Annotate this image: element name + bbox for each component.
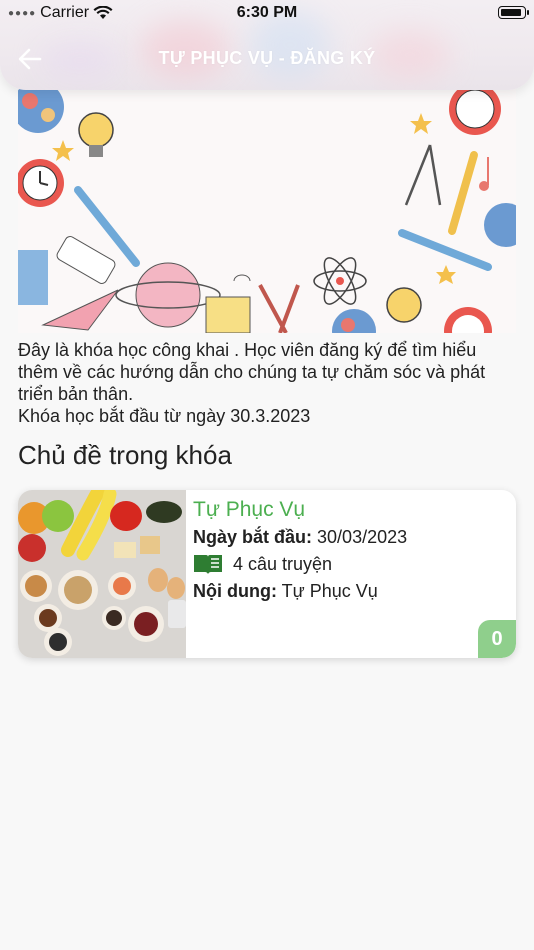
start-date-row: Ngày bắt đầu: 30/03/2023	[193, 524, 508, 550]
count-badge: 0	[478, 620, 516, 658]
stories-count: 4 câu truyện	[233, 554, 333, 574]
start-date-value: 30/03/2023	[317, 527, 408, 547]
description-text: Đây là khóa học công khai . Học viên đăn…	[18, 340, 486, 404]
start-date-label: Ngày bắt đầu:	[193, 527, 313, 547]
content-label: Nội dung:	[193, 581, 277, 601]
battery-icon	[498, 6, 529, 19]
status-time: 6:30 PM	[236, 4, 298, 21]
content-value: Tự Phục Vụ	[281, 581, 378, 601]
course-start-text: Khóa học bắt đầu từ ngày 30.3.2023	[18, 406, 311, 426]
content-row: Nội dung: Tự Phục Vụ	[193, 578, 508, 604]
page-title: TỰ PHỤC VỤ - ĐĂNG KÝ	[158, 48, 376, 68]
topic-details: Tự Phục Vụ Ngày bắt đầu: 30/03/2023 4 câ…	[193, 496, 508, 604]
topic-name: Tự Phục Vụ	[193, 498, 306, 521]
course-description: Đây là khóa học công khai . Học viên đăn…	[18, 339, 518, 427]
topic-card[interactable]: Tự Phục Vụ Ngày bắt đầu: 30/03/2023 4 câ…	[18, 490, 516, 658]
stories-row: 4 câu truyện	[193, 551, 508, 577]
course-banner-image	[18, 85, 516, 333]
section-title: Chủ đề trong khóa	[18, 440, 232, 470]
book-icon	[194, 555, 222, 574]
status-bar: ●●●● Carrier 6:30 PM	[0, 0, 534, 28]
topic-thumbnail-image	[18, 490, 186, 658]
